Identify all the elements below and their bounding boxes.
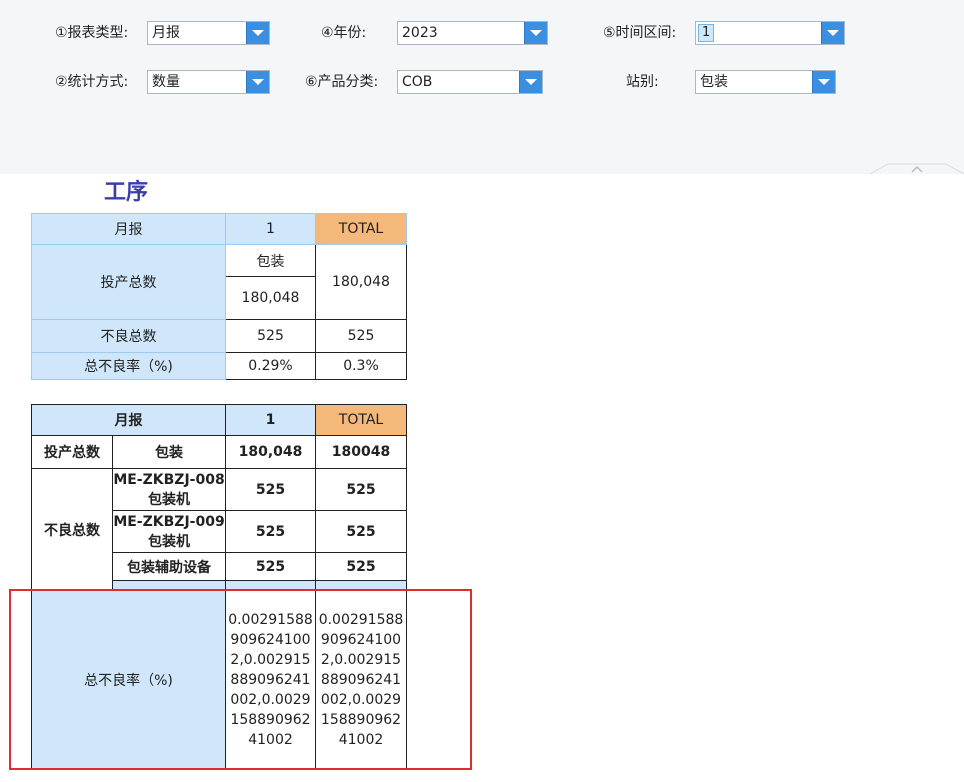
station-value: 包装 xyxy=(700,74,728,90)
product-category-label: ⑥产品分类: xyxy=(305,74,379,90)
collapse-handle-icon[interactable] xyxy=(870,160,964,174)
detail-header-report-type: 月报 xyxy=(31,404,226,436)
chevron-down-icon xyxy=(530,30,542,36)
spacer-cell xyxy=(225,580,316,591)
detail-header-period: 1 xyxy=(225,404,316,436)
detail-output-station: 包装 xyxy=(112,435,226,469)
equipment-name: ME-ZKBZJ-008包装机 xyxy=(112,468,226,511)
station-label: 站别: xyxy=(626,74,659,90)
spacer-cell xyxy=(112,580,226,591)
header-total: TOTAL xyxy=(315,213,407,245)
stat-method-select[interactable]: 数量 xyxy=(147,70,270,94)
header-report-type: 月报 xyxy=(31,213,226,245)
stat-method-label: ②统计方式: xyxy=(55,74,129,90)
equipment-defect-total: 525 xyxy=(315,510,407,553)
equipment-name: ME-ZKBZJ-009包装机 xyxy=(112,510,226,553)
stat-method-value: 数量 xyxy=(152,74,180,90)
summary-table: 月报 1 TOTAL 投产总数 包装 180,048 180,048 不良总数 … xyxy=(31,213,407,380)
year-value: 2023 xyxy=(402,25,438,41)
equipment-defect-value: 525 xyxy=(225,510,316,553)
time-range-value: 1 xyxy=(698,24,715,42)
detail-output-total-label: 投产总数 xyxy=(31,435,113,469)
output-station-value: 180,048 xyxy=(225,276,316,320)
detail-defect-total-label: 不良总数 xyxy=(31,468,113,591)
output-station-name: 包装 xyxy=(225,244,316,277)
report-type-dropdown-button[interactable] xyxy=(246,22,269,44)
chevron-down-icon xyxy=(818,79,830,85)
output-total-value: 180,048 xyxy=(315,244,407,320)
output-total-label: 投产总数 xyxy=(31,244,226,320)
year-select[interactable]: 2023 xyxy=(397,21,548,45)
defect-rate-value: 0.29% xyxy=(225,352,316,380)
chevron-down-icon xyxy=(252,30,264,36)
equipment-defect-value: 525 xyxy=(225,468,316,511)
detail-header-total: TOTAL xyxy=(315,404,407,436)
detail-defect-rate-total: 0.002915889096241002,0.00291588909624100… xyxy=(318,612,404,748)
defect-rate-total: 0.3% xyxy=(315,352,407,380)
equipment-defect-value: 525 xyxy=(225,552,316,581)
header-period: 1 xyxy=(225,213,316,245)
report-type-label: ①报表类型: xyxy=(55,25,129,41)
detail-output-total: 180048 xyxy=(315,435,407,469)
detail-table: 月报 1 TOTAL 投产总数 包装 180,048 180048 不良总数 M… xyxy=(31,404,407,770)
report-type-select[interactable]: 月报 xyxy=(147,21,270,45)
detail-defect-rate-value: 0.002915889096241002,0.00291588909624100… xyxy=(228,612,313,748)
equipment-defect-total: 525 xyxy=(315,552,407,581)
chevron-down-icon xyxy=(525,79,537,85)
section-title: 工序 xyxy=(104,180,149,205)
product-category-select[interactable]: COB xyxy=(397,70,543,94)
defect-rate-label: 总不良率（%) xyxy=(31,352,226,380)
product-category-value: COB xyxy=(402,74,433,90)
detail-output-value: 180,048 xyxy=(225,435,316,469)
stat-method-dropdown-button[interactable] xyxy=(246,71,269,93)
chevron-down-icon xyxy=(827,30,839,36)
equipment-name: 包装辅助设备 xyxy=(112,552,226,581)
report-type-value: 月报 xyxy=(152,25,180,41)
station-dropdown-button[interactable] xyxy=(812,71,835,93)
defect-total-value: 525 xyxy=(225,319,316,353)
detail-defect-rate-label: 总不良率（%) xyxy=(31,590,226,770)
station-select[interactable]: 包装 xyxy=(695,70,836,94)
year-label: ④年份: xyxy=(321,25,367,41)
spacer-cell xyxy=(315,580,407,591)
filter-panel: ①报表类型: 月报 ④年份: 2023 ⑤时间区间: 1 ②统计方式: 数量 ⑥… xyxy=(0,0,964,174)
time-range-select[interactable]: 1 xyxy=(695,21,845,45)
year-dropdown-button[interactable] xyxy=(524,22,547,44)
defect-total-total: 525 xyxy=(315,319,407,353)
product-category-dropdown-button[interactable] xyxy=(519,71,542,93)
defect-total-label: 不良总数 xyxy=(31,319,226,353)
time-range-label: ⑤时间区间: xyxy=(603,25,677,41)
equipment-defect-total: 525 xyxy=(315,468,407,511)
chevron-down-icon xyxy=(252,79,264,85)
time-range-dropdown-button[interactable] xyxy=(821,22,844,44)
